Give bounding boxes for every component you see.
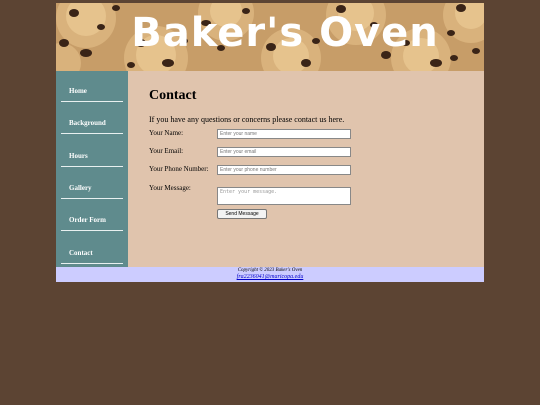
intro-text: If you have any questions or concerns pl… — [149, 115, 345, 124]
main-content: Contact If you have any questions or con… — [128, 71, 484, 267]
email-label: Your Email: — [149, 147, 184, 155]
phone-label: Your Phone Number: — [149, 165, 209, 173]
site-title: Baker's Oven — [131, 10, 439, 56]
phone-input[interactable] — [217, 165, 351, 175]
footer-email-link[interactable]: fra2236041@maricopa.edu — [56, 274, 484, 281]
page-wrapper: Baker's Oven Home Background Hours Galle… — [56, 3, 484, 282]
sidebar-nav: Home Background Hours Gallery Order Form… — [56, 71, 128, 267]
email-input[interactable] — [217, 147, 351, 157]
nav-item-contact[interactable]: Contact — [61, 237, 123, 264]
message-label: Your Message: — [149, 184, 191, 192]
name-input[interactable] — [217, 129, 351, 139]
nav-item-hours[interactable]: Hours — [61, 140, 123, 167]
nav-item-gallery[interactable]: Gallery — [61, 172, 123, 199]
footer: Copyright © 2023 Baker's Oven fra2236041… — [56, 267, 484, 282]
copyright-text: Copyright © 2023 Baker's Oven — [237, 268, 303, 273]
nav-item-background[interactable]: Background — [61, 107, 123, 134]
nav-item-home[interactable]: Home — [61, 75, 123, 102]
send-message-button[interactable]: Send Message — [217, 209, 267, 219]
name-label: Your Name: — [149, 129, 184, 137]
message-input[interactable] — [217, 187, 351, 205]
nav-item-order-form[interactable]: Order Form — [61, 204, 123, 231]
header-banner: Baker's Oven — [56, 3, 484, 71]
page-title: Contact — [149, 88, 197, 103]
